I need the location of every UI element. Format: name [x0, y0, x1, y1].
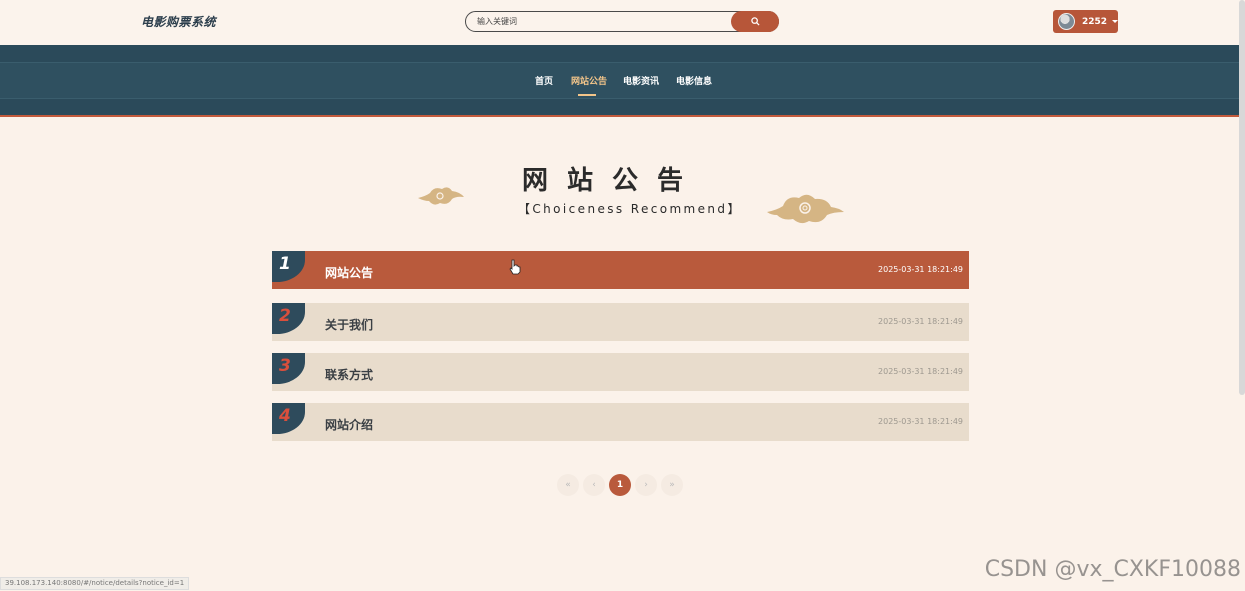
search-input[interactable]: [477, 15, 727, 28]
notice-row[interactable]: 3 联系方式 2025-03-31 18:21:49: [272, 353, 969, 391]
chevron-down-icon: [1112, 20, 1118, 23]
notice-title[interactable]: 关于我们: [325, 316, 373, 333]
page-button-current[interactable]: 1: [609, 474, 631, 496]
notice-title[interactable]: 联系方式: [325, 366, 373, 383]
notice-row[interactable]: 2 关于我们 2025-03-31 18:21:49: [272, 303, 969, 341]
scrollbar[interactable]: [1239, 0, 1245, 395]
cursor-hand-icon: [509, 259, 521, 275]
section-title: 网站公告: [522, 166, 703, 196]
main-nav: 首页 网站公告 电影资讯 电影信息: [0, 45, 1245, 115]
next-page-button[interactable]: ›: [635, 474, 657, 496]
notice-title[interactable]: 网站公告: [325, 264, 373, 281]
notice-time: 2025-03-31 18:21:49: [878, 417, 963, 426]
cloud-ornament-right-icon: [767, 194, 844, 224]
notice-time: 2025-03-31 18:21:49: [878, 367, 963, 376]
cloud-ornament-left-icon: [418, 187, 464, 205]
notice-time: 2025-03-31 18:21:49: [878, 317, 963, 326]
nav-active-indicator: [578, 94, 596, 96]
watermark: CSDN @vx_CXKF10088: [984, 557, 1241, 582]
search-icon: [750, 17, 760, 26]
search-bar: [465, 11, 779, 32]
prev-page-button[interactable]: ‹: [583, 474, 605, 496]
row-number: 1: [279, 254, 291, 274]
section-subtitle: 【Choiceness Recommend】: [518, 202, 742, 216]
nav-item-home[interactable]: 首页: [535, 74, 553, 87]
row-number: 3: [279, 356, 291, 376]
status-bar-url: 39.108.173.140:8080/#/notice/details?not…: [0, 577, 190, 590]
notice-row[interactable]: 1 网站公告 2025-03-31 18:21:49: [272, 251, 969, 289]
row-number: 4: [279, 406, 291, 426]
notice-time: 2025-03-31 18:21:49: [878, 265, 963, 274]
row-number: 2: [279, 306, 291, 326]
notice-title[interactable]: 网站介绍: [325, 416, 373, 433]
user-menu-button[interactable]: 2252: [1053, 10, 1118, 33]
user-name: 2252: [1081, 16, 1107, 27]
search-button[interactable]: [731, 11, 779, 32]
top-header: 电影购票系统 2252: [0, 0, 1245, 45]
nav-item-movie-news[interactable]: 电影资讯: [623, 74, 659, 87]
site-logo[interactable]: 电影购票系统: [141, 13, 216, 30]
nav-item-movie-info[interactable]: 电影信息: [676, 74, 712, 87]
last-page-button[interactable]: »: [661, 474, 683, 496]
nav-item-notices[interactable]: 网站公告: [571, 74, 607, 87]
avatar: [1058, 13, 1075, 30]
notice-row[interactable]: 4 网站介绍 2025-03-31 18:21:49: [272, 403, 969, 441]
nav-divider: [0, 115, 1245, 117]
first-page-button[interactable]: «: [557, 474, 579, 496]
